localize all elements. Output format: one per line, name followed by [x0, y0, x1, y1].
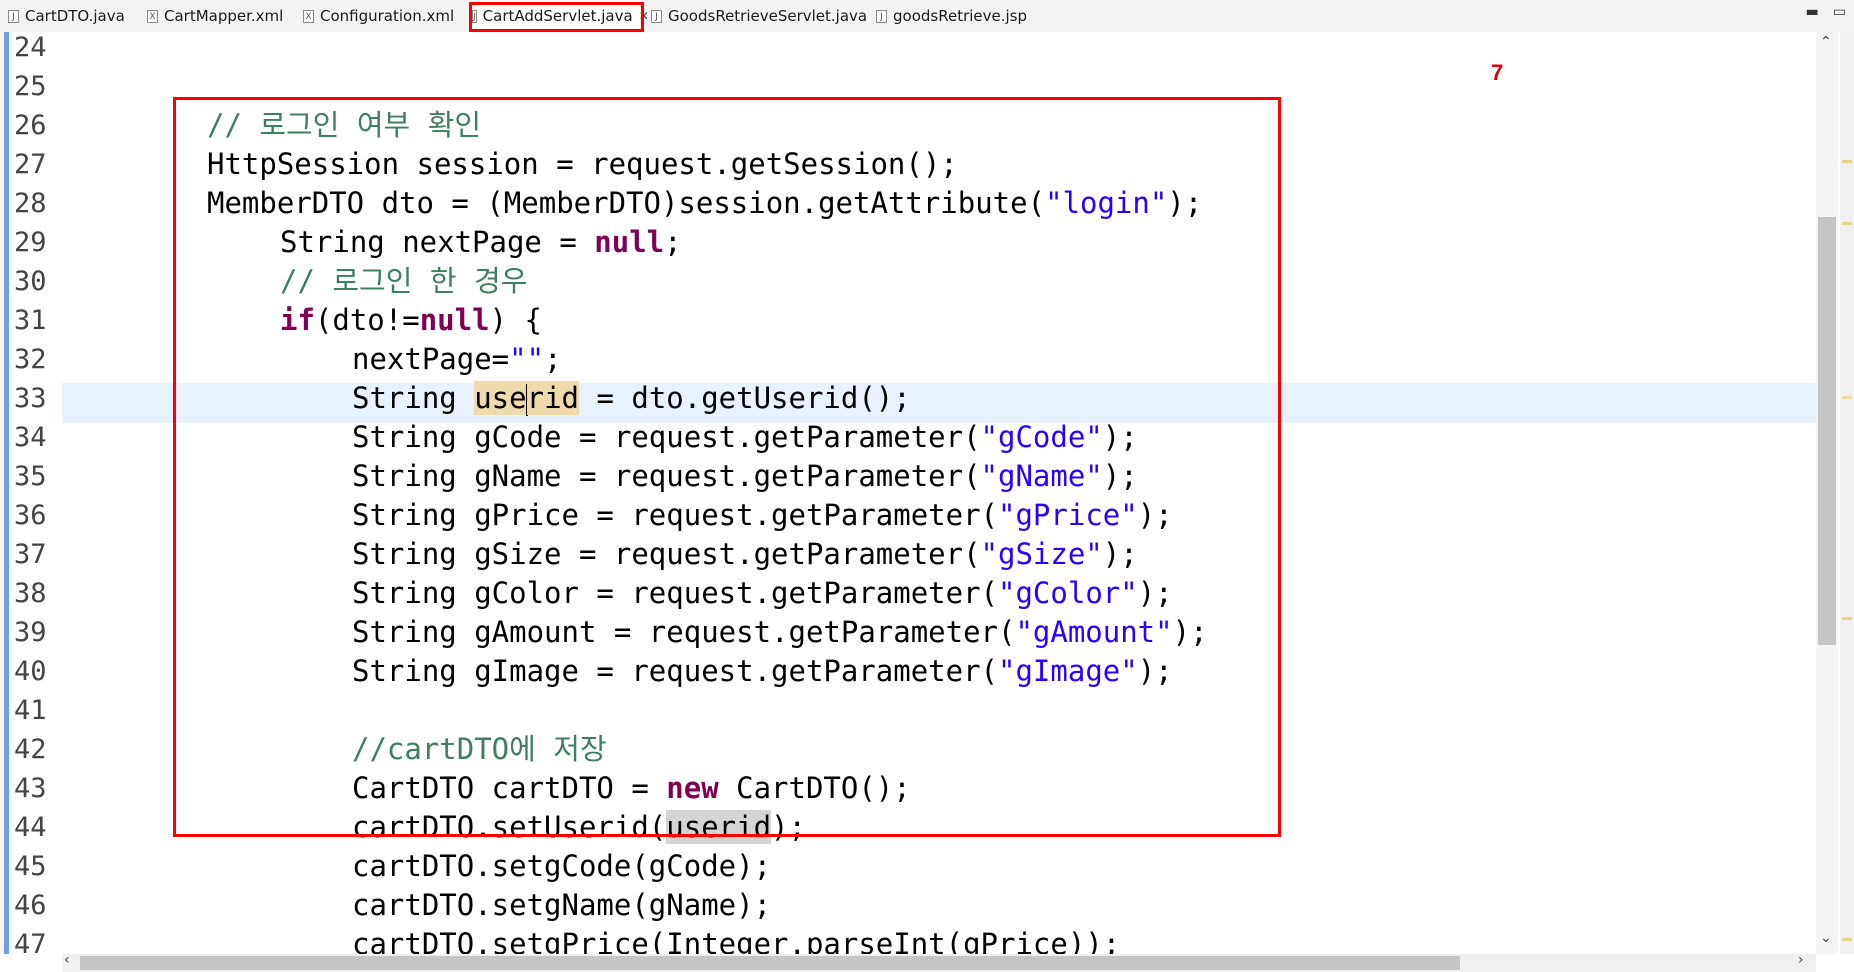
line-number: 44: [14, 812, 47, 843]
line-number: 33: [14, 383, 47, 414]
line-number: 34: [14, 422, 47, 453]
minimize-icon[interactable]: ▬: [1806, 4, 1819, 20]
tab-label: CartDTO.java: [25, 7, 125, 25]
line-number: 35: [14, 461, 47, 492]
line-number: 43: [14, 773, 47, 804]
overview-marker: [1842, 160, 1852, 163]
line-number: 28: [14, 188, 47, 219]
line-number: 36: [14, 500, 47, 531]
line-number: 40: [14, 656, 47, 687]
java-file-icon: J: [651, 9, 662, 23]
java-file-icon: J: [8, 9, 19, 23]
line-number: 42: [14, 734, 47, 765]
line-number: 37: [14, 539, 47, 570]
line-number: 46: [14, 890, 47, 921]
line-number: 31: [14, 305, 47, 336]
line-number: 30: [14, 266, 47, 297]
tab-cartmapper-xml[interactable]: X CartMapper.xml: [147, 0, 283, 32]
line-number: 38: [14, 578, 47, 609]
line-number: 45: [14, 851, 47, 882]
line-number: 25: [14, 71, 47, 102]
window-controls: ▬ ▭: [1806, 4, 1846, 20]
overview-marker: [1842, 938, 1852, 941]
tab-label: Configuration.xml: [320, 7, 455, 25]
tab-label: CartMapper.xml: [164, 7, 284, 25]
overview-ruler: [1840, 32, 1854, 954]
xml-file-icon: X: [303, 9, 314, 23]
annotation-tab-box: [469, 2, 644, 32]
xml-file-icon: X: [147, 9, 158, 23]
scroll-down-icon[interactable]: ⌄: [1820, 930, 1832, 946]
scroll-right-icon[interactable]: ›: [1798, 952, 1804, 968]
code-token: cartDTO.setgCode(gCode);: [352, 849, 772, 883]
line-number: 27: [14, 149, 47, 180]
scroll-left-icon[interactable]: ‹: [64, 952, 70, 968]
editor-tab-bar: J CartDTO.java X CartMapper.xml X Config…: [0, 0, 1854, 33]
jsp-file-icon: J: [876, 9, 887, 23]
change-indicator-bar: [4, 32, 9, 954]
line-number: 41: [14, 695, 47, 726]
overview-marker: [1842, 222, 1852, 225]
scroll-up-icon[interactable]: ⌃: [1820, 34, 1832, 50]
tab-configuration-xml[interactable]: X Configuration.xml: [303, 0, 454, 32]
code-line[interactable]: cartDTO.setgCode(gCode);: [352, 847, 771, 886]
overview-marker: [1842, 617, 1852, 620]
line-number: 24: [14, 32, 47, 63]
tab-label: goodsRetrieve.jsp: [893, 7, 1028, 25]
maximize-icon[interactable]: ▭: [1833, 4, 1846, 20]
annotation-number: 7: [1491, 60, 1504, 85]
annotation-highlight-box: [173, 97, 1281, 837]
line-number: 29: [14, 227, 47, 258]
tab-label: GoodsRetrieveServlet.java: [668, 7, 868, 25]
line-number: 47: [14, 929, 47, 960]
line-number: 26: [14, 110, 47, 141]
tab-goodsretrieve-jsp[interactable]: J goodsRetrieve.jsp: [876, 0, 1027, 32]
code-token: cartDTO.setgName(gName);: [352, 888, 772, 922]
horizontal-scroll-thumb[interactable]: [80, 956, 1460, 970]
tab-goodsretrieveservlet-java[interactable]: J GoodsRetrieveServlet.java: [651, 0, 867, 32]
overview-marker: [1842, 396, 1852, 399]
line-number: 32: [14, 344, 47, 375]
line-number: 39: [14, 617, 47, 648]
vertical-scroll-thumb[interactable]: [1818, 217, 1836, 645]
code-line[interactable]: cartDTO.setgName(gName);: [352, 886, 771, 925]
